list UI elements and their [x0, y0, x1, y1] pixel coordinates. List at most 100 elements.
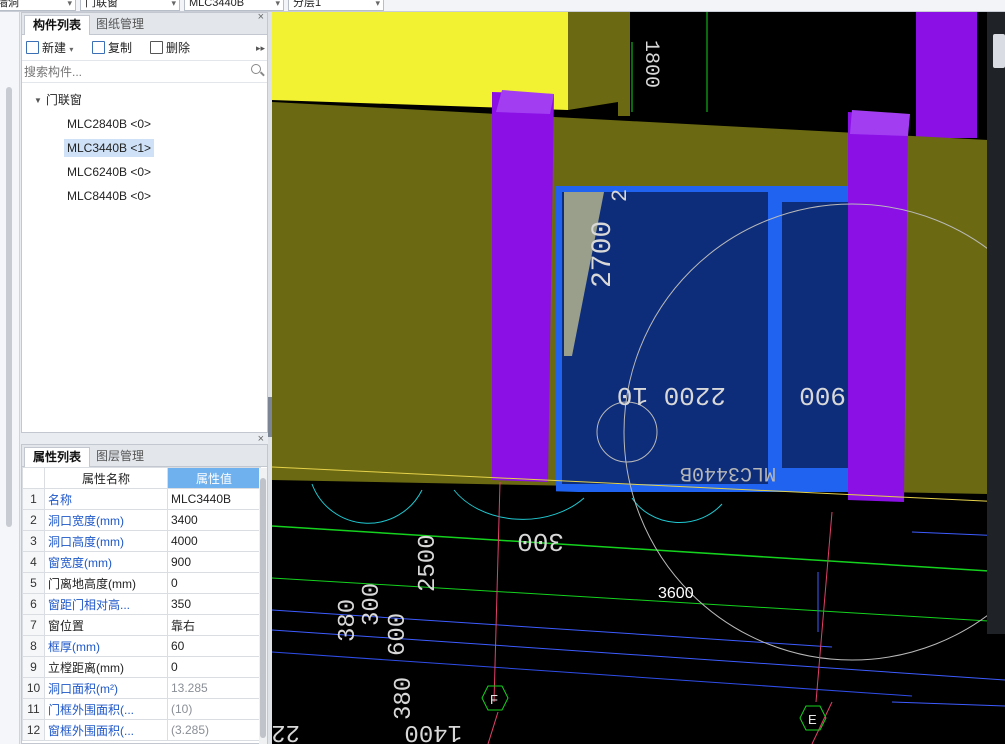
property-name-cell: 门框外围面积(... — [44, 698, 168, 720]
layer-select-value: 分层1 — [293, 0, 322, 9]
dim-label-3600: 3600 — [658, 585, 694, 602]
property-list-panel: 属性列表 图层管理 × 属性名称 属性值 1 名称 MLC3440B 2 洞口宽度(mm… — [21, 433, 268, 744]
tree-item-mlc3440b[interactable]: MLC3440B <1> — [22, 136, 267, 160]
property-scrollbar[interactable] — [259, 468, 267, 744]
chevron-down-icon: ▾ — [275, 0, 280, 8]
caret-down-icon[interactable]: ▼ — [34, 89, 42, 113]
tree-item-label: MLC6240B <0> — [67, 165, 152, 179]
copy-button-label: 复制 — [108, 41, 133, 55]
tree-item-mlc6240b[interactable]: MLC6240B <0> — [22, 160, 267, 184]
property-row[interactable]: 2 洞口宽度(mm) 3400 — [22, 509, 261, 531]
tab-component-list[interactable]: 构件列表 — [24, 15, 91, 35]
property-row-index: 3 — [22, 530, 45, 552]
top-toolbar: 墙洞 ▾ 门联窗 ▾ MLC3440B ▾ 分层1 ▾ — [0, 0, 1005, 12]
property-name-cell: 框厚(mm) — [44, 635, 168, 657]
tree-item-mlc8440b[interactable]: MLC8440B <0> — [22, 184, 267, 208]
property-value-cell[interactable]: 4000 — [167, 530, 261, 552]
dim-label-300: 300 — [517, 526, 564, 556]
property-row[interactable]: 1 名称 MLC3440B — [22, 488, 261, 510]
dim-label-1400: 1400 — [404, 718, 462, 744]
property-value-cell[interactable]: MLC3440B — [167, 488, 261, 510]
trash-icon — [150, 41, 163, 54]
property-row-index: 1 — [22, 488, 45, 510]
component-list-panel: 构件列表 图纸管理 × 新建 ▾ 复制 删除 ▸▸ ▼门联窗 MLC2840B … — [21, 11, 268, 433]
property-row[interactable]: 12 窗框外围面积(... (3.285) — [22, 719, 261, 741]
tab-drawing-management[interactable]: 图纸管理 — [88, 15, 152, 35]
property-value-cell[interactable]: 13.285 — [167, 677, 261, 699]
component-toolbar: 新建 ▾ 复制 删除 ▸▸ — [22, 35, 267, 61]
property-scrollbar-thumb[interactable] — [260, 478, 266, 738]
property-value-cell[interactable]: (10) — [167, 698, 261, 720]
dim-label-380: 380 — [335, 599, 362, 642]
property-row[interactable]: 8 框厚(mm) 60 — [22, 635, 261, 657]
new-button[interactable]: 新建 ▾ — [26, 39, 73, 57]
dim-label-1800: 1800 — [639, 40, 662, 88]
new-file-icon — [26, 41, 39, 54]
property-value-cell[interactable]: 60 — [167, 635, 261, 657]
property-row[interactable]: 3 洞口高度(mm) 4000 — [22, 530, 261, 552]
property-name-header: 属性名称 — [44, 467, 168, 489]
left-scrollbar[interactable] — [6, 87, 12, 527]
property-name-cell: 立樘距离(mm) — [44, 656, 168, 678]
dim-label-2200: 2200 10 — [617, 380, 726, 410]
tab-layer-management[interactable]: 图层管理 — [88, 447, 152, 467]
component-select-value: MLC3440B — [189, 0, 245, 9]
property-row-index: 11 — [22, 698, 45, 720]
tree-item-label: MLC8440B <0> — [67, 189, 152, 203]
axis-label-e: E — [808, 712, 817, 727]
close-icon[interactable]: × — [258, 11, 264, 23]
more-icon[interactable]: ▸▸ — [256, 39, 265, 57]
tree-item-label: MLC2840B <0> — [67, 117, 152, 131]
close-icon[interactable]: × — [258, 433, 264, 445]
index-header — [22, 467, 45, 489]
property-row[interactable]: 9 立樘距离(mm) 0 — [22, 656, 261, 678]
property-row[interactable]: 11 门框外围面积(... (10) — [22, 698, 261, 720]
floor-select-value: 墙洞 — [0, 0, 19, 9]
property-row[interactable]: 10 洞口面积(m²) 13.285 — [22, 677, 261, 699]
property-value-cell[interactable]: 0 — [167, 572, 261, 594]
tree-folder-label: 门联窗 — [45, 93, 82, 107]
copy-button[interactable]: 复制 — [92, 39, 132, 57]
category-select[interactable]: 门联窗 ▾ — [80, 0, 180, 11]
property-value-cell[interactable]: (3.285) — [167, 719, 261, 741]
left-strip — [0, 12, 20, 744]
property-value-cell[interactable]: 350 — [167, 593, 261, 615]
tree-folder[interactable]: ▼ 门联窗 — [22, 88, 267, 112]
tree-item-mlc2840b[interactable]: MLC2840B <0> — [22, 112, 267, 136]
search-icon[interactable] — [251, 64, 261, 74]
search-input[interactable] — [24, 63, 264, 80]
dim-label-22: 22 — [272, 718, 300, 744]
viewport-canvas[interactable]: 1800 2700 2200 10 900 2 MLC3440B 300 250… — [272, 12, 1005, 744]
property-value-cell[interactable]: 3400 — [167, 509, 261, 531]
tab-property-list[interactable]: 属性列表 — [24, 447, 91, 467]
model-viewport[interactable]: 1800 2700 2200 10 900 2 MLC3440B 300 250… — [272, 12, 1005, 744]
chevron-down-icon: ▾ — [375, 0, 380, 8]
component-select[interactable]: MLC3440B ▾ — [184, 0, 284, 11]
wall-strip — [618, 12, 630, 116]
column-left-top — [496, 90, 554, 114]
property-row[interactable]: 4 窗宽度(mm) 900 — [22, 551, 261, 573]
property-row-index: 2 — [22, 509, 45, 531]
property-value-cell[interactable]: 0 — [167, 656, 261, 678]
delete-button[interactable]: 删除 — [150, 39, 190, 57]
property-row[interactable]: 6 窗距门相对高... 350 — [22, 593, 261, 615]
floor-select[interactable]: 墙洞 ▾ — [0, 0, 76, 11]
property-name-cell: 窗距门相对高... — [44, 593, 168, 615]
property-name-cell: 窗宽度(mm) — [44, 551, 168, 573]
property-row[interactable]: 7 窗位置 靠右 — [22, 614, 261, 636]
property-table: 属性名称 属性值 1 名称 MLC3440B 2 洞口宽度(mm) 3400 3 洞口高度(m… — [22, 467, 261, 741]
dim-label-2: 2 — [608, 189, 633, 202]
property-value-header: 属性值 — [167, 467, 261, 489]
dim-label-380b: 380 — [391, 677, 418, 720]
property-name-cell: 门离地高度(mm) — [44, 572, 168, 594]
layer-select[interactable]: 分层1 ▾ — [288, 0, 384, 11]
toolbar-chip[interactable] — [993, 34, 1005, 68]
column-mid — [848, 112, 908, 502]
property-value-cell[interactable]: 靠右 — [167, 614, 261, 636]
slab-edge — [568, 12, 618, 110]
dim-label-2700: 2700 — [588, 221, 619, 288]
property-value-cell[interactable]: 900 — [167, 551, 261, 573]
property-name-cell: 名称 — [44, 488, 168, 510]
mlc-tag-label: MLC3440B — [680, 461, 776, 484]
property-row[interactable]: 5 门离地高度(mm) 0 — [22, 572, 261, 594]
